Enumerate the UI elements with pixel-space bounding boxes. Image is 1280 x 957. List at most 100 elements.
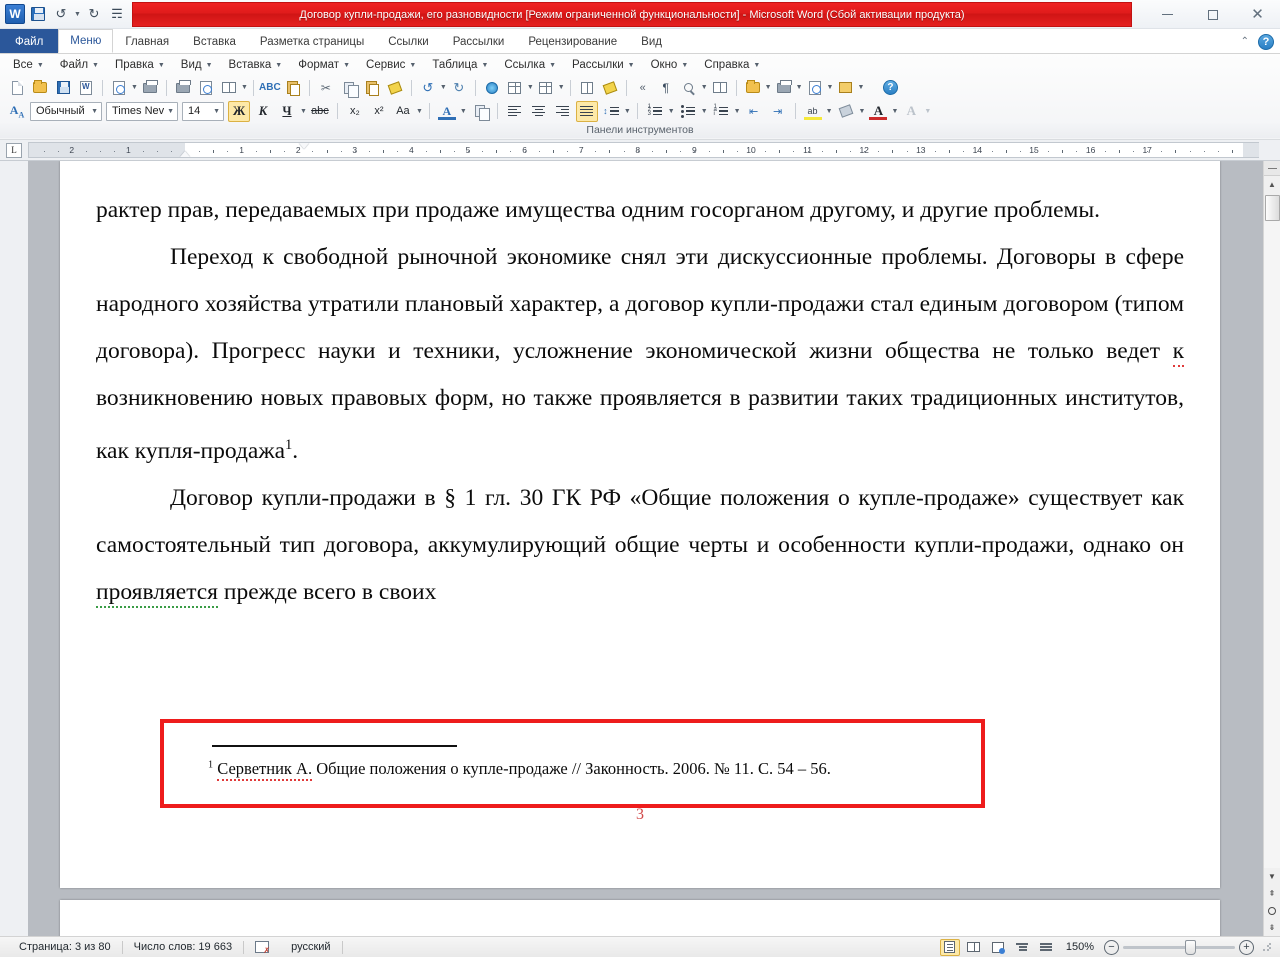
- align-right-button[interactable]: [552, 101, 574, 122]
- menu-table[interactable]: Таблица▼: [425, 57, 495, 73]
- more-buttons-icon[interactable]: «: [632, 77, 654, 98]
- underline-button[interactable]: Ч: [276, 101, 298, 122]
- qat-redo-button[interactable]: ↻: [84, 4, 104, 24]
- page-1[interactable]: рактер прав, передаваемых при продаже им…: [60, 161, 1220, 888]
- word-count[interactable]: Число слов: 19 663: [123, 941, 243, 953]
- zoom-icon[interactable]: [678, 77, 700, 98]
- minimize-button[interactable]: [1145, 0, 1190, 29]
- full-screen-reading-view-button[interactable]: [964, 939, 984, 956]
- font-size-combo[interactable]: 14 ▼: [182, 102, 224, 121]
- tab-page-layout[interactable]: Разметка страницы: [248, 29, 376, 53]
- previous-page-button[interactable]: ⇞: [1264, 885, 1280, 902]
- shading-button[interactable]: [835, 101, 857, 122]
- reading-icon[interactable]: [709, 77, 731, 98]
- zoom-slider[interactable]: [1123, 946, 1235, 949]
- print-dropdown-icon[interactable]: [773, 77, 795, 98]
- outline-view-button[interactable]: [1012, 939, 1032, 956]
- edit-dropdown-icon[interactable]: [804, 77, 826, 98]
- chevron-down-icon[interactable]: ▼: [131, 84, 138, 91]
- tab-mailings[interactable]: Рассылки: [441, 29, 517, 53]
- zoom-level-label[interactable]: 150%: [1060, 941, 1100, 953]
- email-icon[interactable]: [108, 77, 130, 98]
- language-indicator[interactable]: русский: [280, 941, 341, 953]
- chevron-down-icon[interactable]: ▼: [416, 108, 423, 115]
- bold-button[interactable]: Ж: [228, 101, 250, 122]
- paragraph-2[interactable]: Переход к свободной рыночной экономике с…: [96, 234, 1184, 475]
- insert-table-icon[interactable]: [535, 77, 557, 98]
- chevron-down-icon[interactable]: ▼: [891, 108, 898, 115]
- grammar-error-word[interactable]: проявляется: [96, 579, 218, 608]
- spelling-check-icon[interactable]: ABC: [259, 77, 281, 98]
- chevron-down-icon[interactable]: ▼: [527, 84, 534, 91]
- chevron-down-icon[interactable]: ▼: [827, 84, 834, 91]
- multilevel-list-button[interactable]: 1ai: [710, 101, 732, 122]
- qat-save-button[interactable]: [28, 4, 48, 24]
- spelling-error-word[interactable]: к: [1173, 338, 1184, 367]
- print-icon[interactable]: [172, 77, 194, 98]
- scroll-down-arrow[interactable]: ▼: [1264, 868, 1280, 885]
- resize-grip[interactable]: [1262, 942, 1272, 952]
- strikethrough-button[interactable]: abc: [309, 101, 331, 122]
- print-layout-view-button[interactable]: [940, 939, 960, 956]
- menu-insert[interactable]: Вставка▼: [222, 57, 290, 73]
- chevron-down-icon[interactable]: ▼: [796, 84, 803, 91]
- window-dropdown-icon[interactable]: [834, 77, 856, 98]
- paste-icon[interactable]: [361, 77, 383, 98]
- page-2[interactable]: [60, 900, 1220, 936]
- redo-icon[interactable]: ↻: [448, 77, 470, 98]
- paragraph-3[interactable]: Договор купли-продажи в § 1 гл. 30 ГК РФ…: [96, 475, 1184, 616]
- menu-view[interactable]: Вид▼: [174, 57, 220, 73]
- word-logo-icon[interactable]: W: [5, 4, 25, 24]
- menu-file[interactable]: Файл▼: [53, 57, 106, 73]
- chevron-down-icon[interactable]: ▼: [734, 108, 741, 115]
- menu-help[interactable]: Справка▼: [697, 57, 767, 73]
- align-justify-button[interactable]: [576, 101, 598, 122]
- chevron-down-icon[interactable]: ▼: [624, 108, 631, 115]
- folder-dropdown-icon[interactable]: [742, 77, 764, 98]
- qat-undo-caret-icon[interactable]: ▼: [74, 11, 81, 18]
- chevron-down-icon[interactable]: ▼: [300, 108, 307, 115]
- read-mode-icon[interactable]: [218, 77, 240, 98]
- styles-and-formatting-icon[interactable]: AA: [6, 101, 28, 122]
- open-folder-icon[interactable]: [29, 77, 51, 98]
- horizontal-ruler[interactable]: 211234567891011121314151617: [28, 142, 1259, 158]
- chevron-down-icon[interactable]: ▼: [826, 108, 833, 115]
- paragraph-1[interactable]: рактер прав, передаваемых при продаже им…: [96, 187, 1184, 234]
- increase-indent-button[interactable]: ⇥: [767, 101, 789, 122]
- chevron-down-icon[interactable]: ▼: [440, 84, 447, 91]
- tab-menu[interactable]: Меню: [58, 29, 113, 53]
- font-color-button[interactable]: A: [867, 101, 889, 122]
- chevron-down-icon[interactable]: ▼: [668, 108, 675, 115]
- hyperlink-icon[interactable]: [481, 77, 503, 98]
- print-preview-icon[interactable]: [195, 77, 217, 98]
- save-icon[interactable]: [52, 77, 74, 98]
- change-case-button[interactable]: Aa: [392, 101, 414, 122]
- decrease-indent-button[interactable]: ⇤: [743, 101, 765, 122]
- scroll-up-arrow[interactable]: ▲: [1264, 176, 1280, 193]
- menu-all[interactable]: Все▼: [6, 57, 51, 73]
- next-page-button[interactable]: ⇟: [1264, 919, 1280, 936]
- zoom-in-button[interactable]: +: [1239, 940, 1254, 955]
- left-indent-marker[interactable]: [180, 151, 190, 157]
- tab-stop-selector[interactable]: L: [0, 140, 28, 160]
- zoom-out-button[interactable]: −: [1104, 940, 1119, 955]
- chevron-down-icon[interactable]: ▼: [558, 84, 565, 91]
- character-border-button[interactable]: [469, 101, 491, 122]
- menu-format[interactable]: Формат▼: [291, 57, 357, 73]
- bulleted-list-button[interactable]: [677, 101, 699, 122]
- italic-button[interactable]: К: [252, 101, 274, 122]
- document-canvas[interactable]: рактер прав, передаваемых при продаже им…: [28, 161, 1263, 936]
- chevron-down-icon[interactable]: ▼: [241, 84, 248, 91]
- tab-review[interactable]: Рецензирование: [516, 29, 629, 53]
- maximize-button[interactable]: [1190, 0, 1235, 29]
- zoom-slider-thumb[interactable]: [1185, 940, 1196, 955]
- chevron-down-icon[interactable]: ▼: [701, 108, 708, 115]
- word-document-icon[interactable]: [75, 77, 97, 98]
- tables-borders-icon[interactable]: [504, 77, 526, 98]
- vertical-scrollbar[interactable]: ▲ ▼ ⇞ ⇟: [1263, 161, 1280, 936]
- proofing-status[interactable]: [244, 941, 280, 953]
- menu-link[interactable]: Ссылка▼: [497, 57, 563, 73]
- select-browse-object-button[interactable]: [1264, 902, 1280, 919]
- collapse-ribbon-icon[interactable]: ⌃: [1241, 36, 1249, 47]
- first-line-indent-marker[interactable]: [299, 143, 309, 149]
